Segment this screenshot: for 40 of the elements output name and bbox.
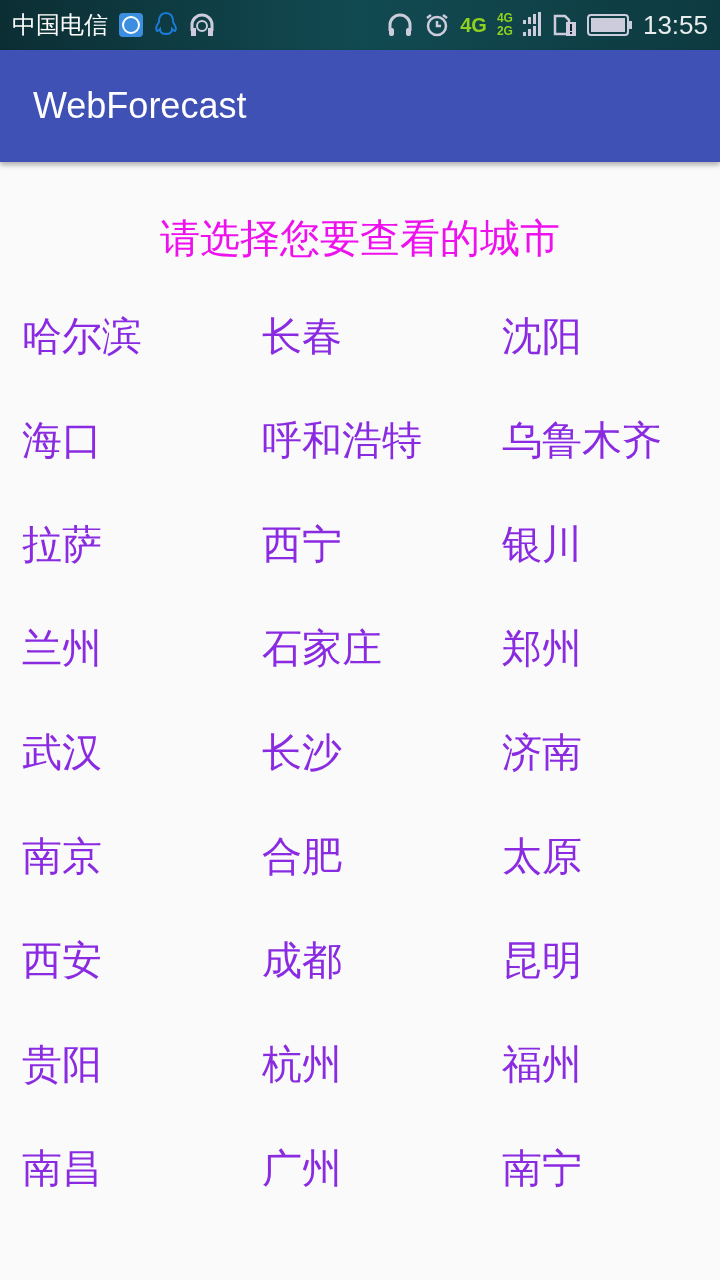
city-link[interactable]: 石家庄 bbox=[262, 620, 382, 676]
city-link[interactable]: 杭州 bbox=[262, 1036, 342, 1092]
city-link[interactable]: 兰州 bbox=[22, 620, 102, 676]
signal-icon bbox=[522, 12, 543, 38]
network-type: 4G bbox=[496, 12, 513, 25]
battery-icon bbox=[586, 14, 633, 36]
city-link[interactable]: 长沙 bbox=[262, 724, 342, 780]
network-type: 4G bbox=[460, 13, 487, 37]
city-link[interactable]: 长春 bbox=[262, 308, 342, 364]
headphones-icon bbox=[386, 11, 415, 39]
city-link[interactable]: 郑州 bbox=[502, 620, 582, 676]
sim-alert-icon bbox=[552, 12, 577, 38]
city-link[interactable]: 西安 bbox=[22, 932, 102, 988]
city-link[interactable]: 银川 bbox=[502, 516, 582, 572]
city-link[interactable]: 南昌 bbox=[22, 1140, 102, 1196]
prompt-heading: 请选择您要查看的城市 bbox=[160, 214, 560, 263]
city-link[interactable]: 西宁 bbox=[262, 516, 342, 572]
city-link[interactable]: 呼和浩特 bbox=[262, 412, 422, 468]
city-link[interactable]: 南京 bbox=[22, 828, 102, 884]
app-icon bbox=[118, 12, 144, 38]
app-title: WebForecast bbox=[33, 85, 247, 127]
city-link[interactable]: 拉萨 bbox=[22, 516, 102, 572]
city-link[interactable]: 乌鲁木齐 bbox=[502, 412, 662, 468]
city-link[interactable]: 沈阳 bbox=[502, 308, 582, 364]
city-link[interactable]: 广州 bbox=[262, 1140, 342, 1196]
city-link[interactable]: 合肥 bbox=[262, 828, 342, 884]
city-link[interactable]: 福州 bbox=[502, 1036, 582, 1092]
city-link[interactable]: 武汉 bbox=[22, 724, 102, 780]
city-link[interactable]: 济南 bbox=[502, 724, 582, 780]
headset-icon bbox=[188, 11, 216, 39]
city-link[interactable]: 海口 bbox=[22, 412, 102, 468]
city-link[interactable]: 成都 bbox=[262, 932, 342, 988]
city-link[interactable]: 昆明 bbox=[502, 932, 582, 988]
city-link[interactable]: 太原 bbox=[502, 828, 582, 884]
city-link[interactable]: 贵阳 bbox=[22, 1036, 102, 1092]
carrier-name: 中国电信 bbox=[12, 10, 108, 41]
city-link[interactable]: 哈尔滨 bbox=[22, 308, 142, 364]
network-type: 2G bbox=[496, 25, 513, 38]
clock: 13:55 bbox=[642, 9, 708, 41]
city-link[interactable]: 南宁 bbox=[502, 1140, 582, 1196]
